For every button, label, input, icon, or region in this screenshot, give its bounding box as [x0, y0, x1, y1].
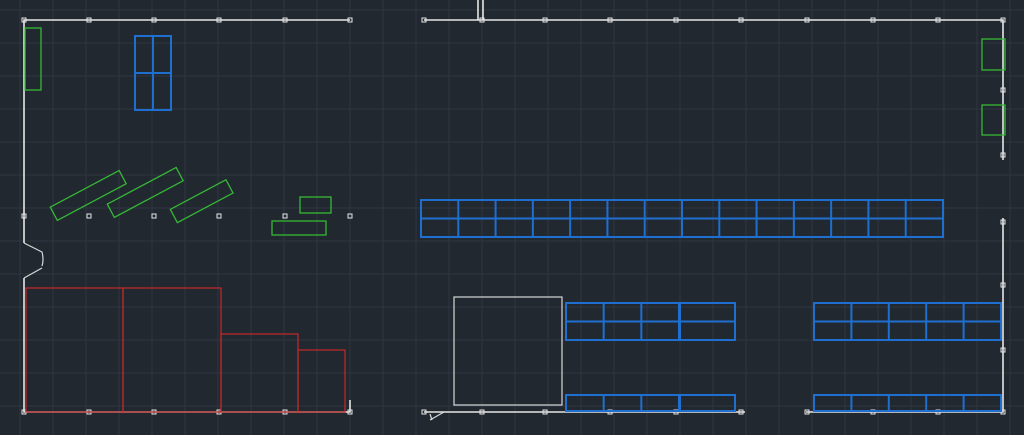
- rack-bottom-right-frame: [813, 394, 1002, 412]
- column-marker: [86, 213, 92, 219]
- angled-table-3[interactable]: [169, 178, 234, 224]
- rack-bottom-b[interactable]: [679, 394, 736, 412]
- wall-left-room: [23, 19, 351, 413]
- rack-long-center[interactable]: [420, 199, 944, 238]
- equipment: [453, 296, 563, 406]
- small-desk[interactable]: [299, 196, 332, 214]
- storage-racks: [134, 35, 1002, 412]
- angled-table-1[interactable]: [49, 169, 128, 222]
- door-swing-bottom: [429, 411, 445, 421]
- floor-plan-drawing[interactable]: [0, 0, 1024, 435]
- rack-mid-b[interactable]: [679, 302, 736, 341]
- rack-bottom-b-frame: [679, 394, 736, 412]
- zone-d[interactable]: [297, 349, 346, 413]
- rack-right[interactable]: [813, 302, 1002, 341]
- cabinet-top-right[interactable]: [981, 38, 1006, 71]
- rack-bottom-a[interactable]: [565, 394, 680, 412]
- rack-mid-a[interactable]: [565, 302, 680, 341]
- rack-bottom-right[interactable]: [813, 394, 1002, 412]
- column-marker: [151, 213, 157, 219]
- column-markers: [21, 17, 1006, 415]
- machine-block[interactable]: [453, 296, 563, 406]
- long-desk[interactable]: [271, 220, 327, 236]
- door-swing-left: [23, 242, 44, 279]
- rack-upper-left[interactable]: [134, 35, 172, 111]
- rack-bottom-a-frame: [565, 394, 680, 412]
- desk-left-wall[interactable]: [24, 27, 42, 91]
